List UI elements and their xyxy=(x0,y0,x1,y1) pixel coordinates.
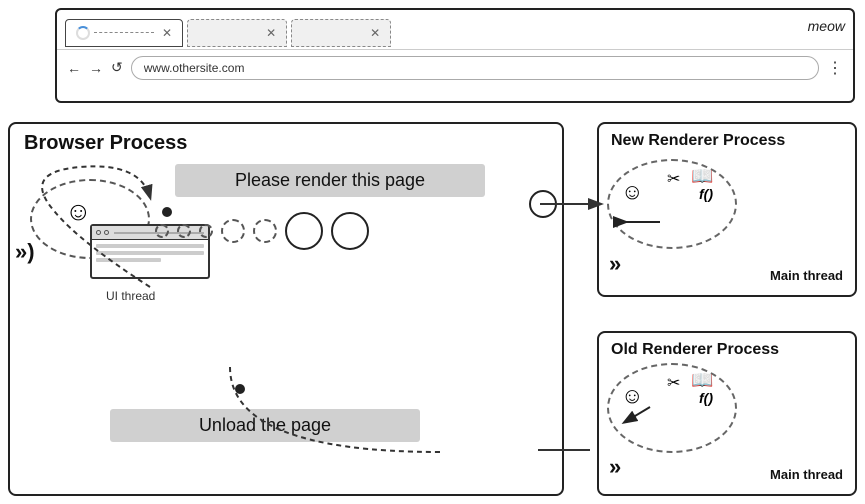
message-unload: Unload the page xyxy=(110,409,420,442)
url-input[interactable] xyxy=(131,56,819,80)
old-renderer-box: Old Renderer Process ☺ ✂ 📖 f() » Main th… xyxy=(597,331,857,496)
message-render: Please render this page xyxy=(175,164,485,197)
old-function-label: f() xyxy=(699,390,713,406)
new-main-thread-label: Main thread xyxy=(770,268,843,283)
widget-row-3 xyxy=(96,258,161,262)
old-main-thread-label: Main thread xyxy=(770,467,843,482)
new-renderer-box: New Renderer Process ☺ ✂ 📖 f() » Main th… xyxy=(597,122,857,297)
tab-3[interactable]: ✕ xyxy=(291,19,391,47)
book-icon: 📖 xyxy=(691,166,713,187)
tab-bar: ✕ ✕ ✕ meow xyxy=(57,10,853,50)
new-renderer-label: New Renderer Process xyxy=(611,132,785,150)
old-chevrons: » xyxy=(609,454,621,480)
old-smiley: ☺ xyxy=(621,383,643,409)
widget-row-2 xyxy=(96,251,204,255)
dot-1 xyxy=(155,224,169,238)
refresh-button[interactable]: ↺ xyxy=(111,59,123,76)
browser-process-label: Browser Process xyxy=(24,132,187,155)
boundary-circle xyxy=(529,190,557,218)
tab-close-icon[interactable]: ✕ xyxy=(162,26,172,40)
tab-2-close-icon[interactable]: ✕ xyxy=(266,26,276,40)
dot-4 xyxy=(221,219,245,243)
dot-3 xyxy=(199,224,213,238)
widget-dot-1 xyxy=(96,230,101,235)
menu-dots-icon[interactable]: ⋮ xyxy=(827,58,843,78)
loading-spinner xyxy=(76,26,90,40)
forward-button[interactable]: → xyxy=(89,60,103,76)
old-scissors-icon: ✂ xyxy=(667,373,680,393)
dot-unload-path xyxy=(235,384,245,394)
function-label: f() xyxy=(699,186,713,202)
tab-title xyxy=(94,32,154,33)
new-chevrons: » xyxy=(609,251,621,277)
smiley-browser: ☺ xyxy=(65,196,92,227)
browser-window: ✕ ✕ ✕ meow ← → ↺ ⋮ xyxy=(55,8,855,103)
dot-5 xyxy=(253,219,277,243)
dots-row xyxy=(155,212,369,250)
tab-3-close-icon[interactable]: ✕ xyxy=(370,26,380,40)
ui-thread-label: UI thread xyxy=(106,289,155,303)
widget-dot-2 xyxy=(104,230,109,235)
meow-label: meow xyxy=(808,18,845,34)
diagram: Browser Process ☺ UI thread ») xyxy=(0,112,865,504)
new-smiley: ☺ xyxy=(621,179,643,205)
dot-6 xyxy=(285,212,323,250)
dot-7 xyxy=(331,212,369,250)
tab-2[interactable]: ✕ xyxy=(187,19,287,47)
scissors-icon: ✂ xyxy=(667,169,680,189)
tab-active[interactable]: ✕ xyxy=(65,19,183,47)
chevrons-left: ») xyxy=(15,239,35,265)
old-renderer-label: Old Renderer Process xyxy=(611,341,779,359)
browser-process-box: Browser Process ☺ UI thread ») xyxy=(8,122,564,496)
dot-2 xyxy=(177,224,191,238)
old-book-icon: 📖 xyxy=(691,370,713,391)
back-button[interactable]: ← xyxy=(67,60,81,76)
address-bar: ← → ↺ ⋮ xyxy=(57,50,853,85)
